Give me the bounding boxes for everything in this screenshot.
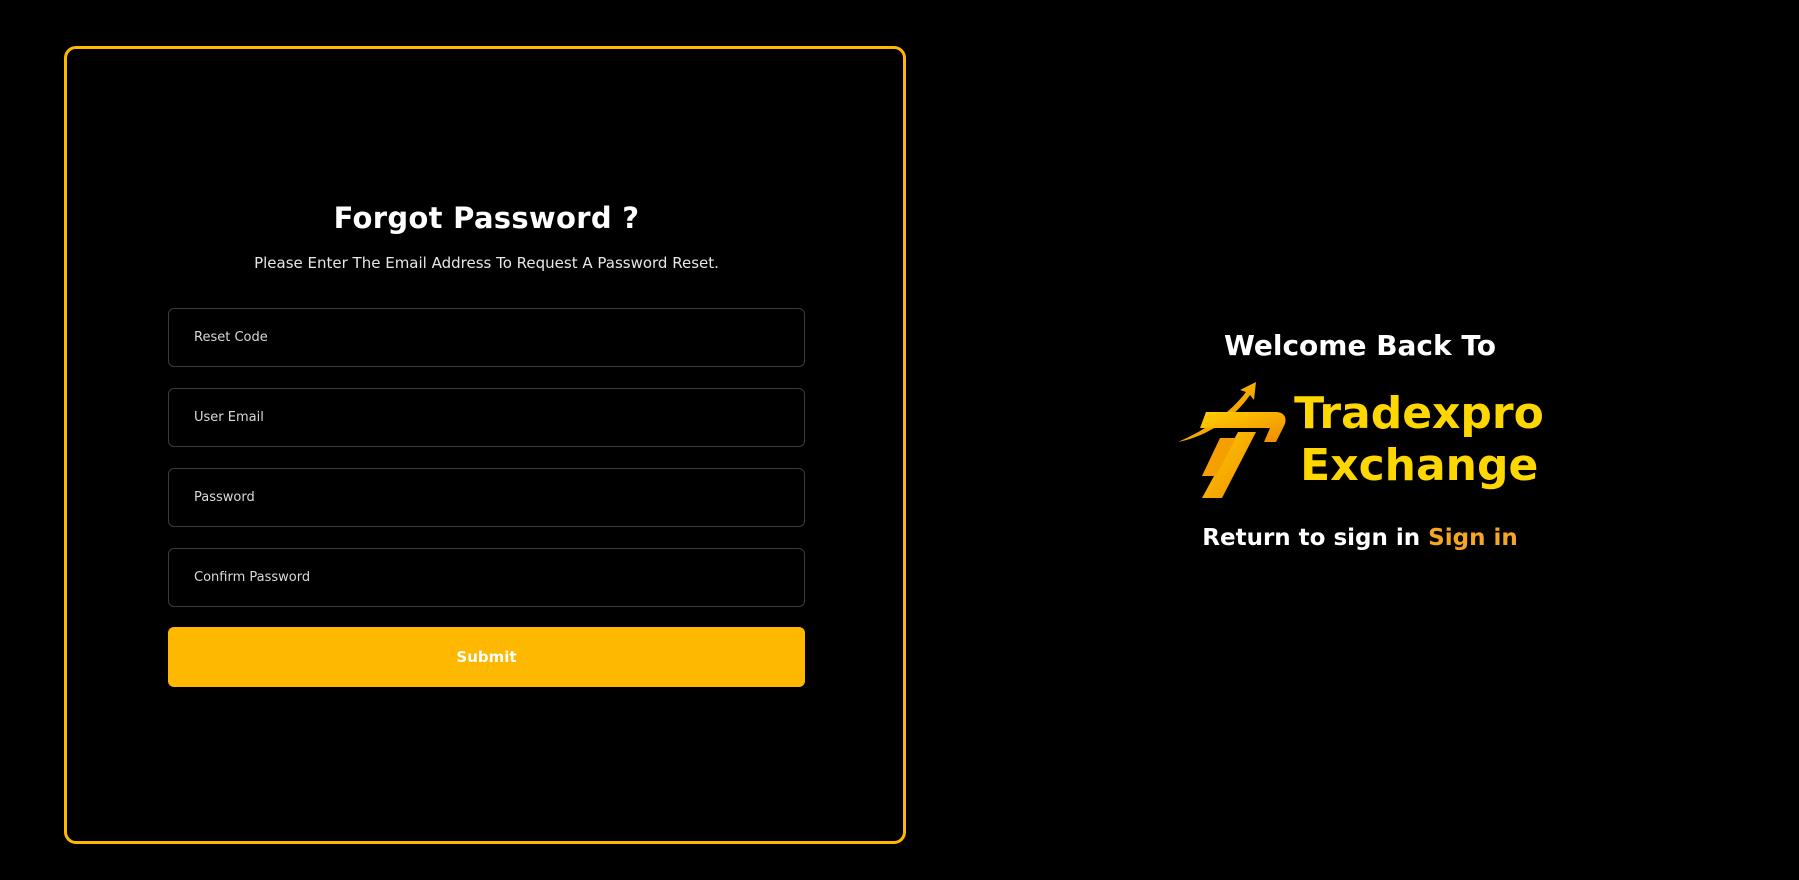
return-prompt: Return to sign in — [1202, 525, 1421, 551]
password-input[interactable] — [168, 468, 805, 527]
form-title: Forgot Password ? — [333, 201, 640, 235]
return-to-signin: Return to sign in Sign in — [1160, 520, 1560, 556]
user-email-input[interactable] — [168, 388, 805, 447]
confirm-password-input[interactable] — [168, 548, 805, 607]
arrow-seven-logo-icon — [1178, 382, 1286, 498]
submit-button[interactable]: Submit — [168, 627, 805, 687]
forgot-password-form: Forgot Password ? Please Enter The Email… — [168, 196, 805, 687]
brand-logo: Tradexpro Exchange — [1160, 382, 1560, 498]
logo-line-1: Tradexpro — [1294, 388, 1544, 439]
logo-wordmark: Tradexpro Exchange — [1294, 388, 1544, 492]
signin-link[interactable]: Sign in — [1428, 525, 1518, 551]
logo-line-2: Exchange — [1300, 440, 1539, 491]
welcome-heading: Welcome Back To — [1223, 329, 1497, 362]
form-subtitle: Please Enter The Email Address To Reques… — [254, 254, 719, 272]
reset-code-input[interactable] — [168, 308, 805, 367]
forgot-password-page: Forgot Password ? Please Enter The Email… — [0, 0, 1799, 880]
brand-panel: Welcome Back To Tradexpro Exchange Retur… — [1160, 320, 1560, 556]
